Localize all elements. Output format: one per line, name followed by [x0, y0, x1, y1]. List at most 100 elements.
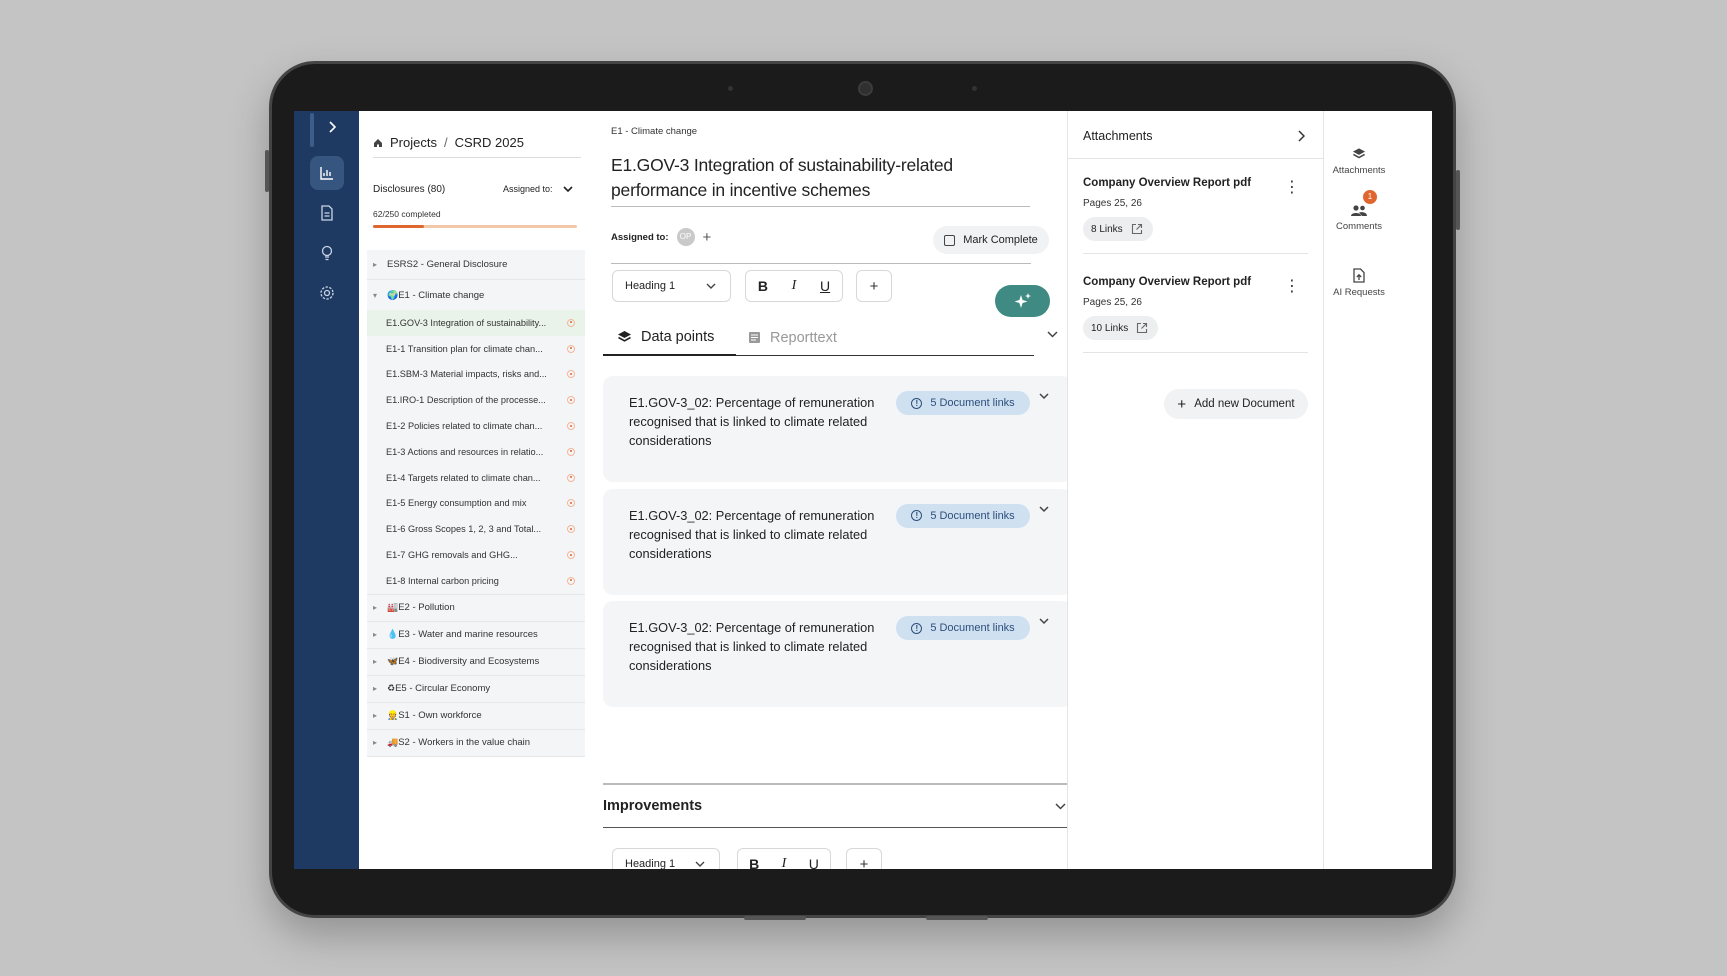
- underline-button[interactable]: U: [809, 856, 819, 869]
- document-links-chip[interactable]: ! 5 Document links: [896, 391, 1030, 415]
- ai-assist-button[interactable]: [995, 285, 1050, 317]
- status-dot-icon: [567, 318, 575, 327]
- lightbulb-icon[interactable]: [310, 236, 344, 270]
- settings-icon[interactable]: [310, 276, 344, 310]
- group-icon: ♻: [387, 683, 396, 694]
- chevron-right-icon[interactable]: [324, 119, 340, 139]
- rail-attachments[interactable]: Attachments: [1324, 147, 1394, 176]
- group-icon: 👷: [387, 710, 399, 721]
- info-icon: !: [911, 510, 923, 521]
- tree-item[interactable]: E1.IRO-1 Description of the processe...: [367, 387, 585, 413]
- improvements-section[interactable]: Improvements: [603, 783, 1072, 828]
- heading-select[interactable]: Heading 1: [612, 270, 731, 302]
- divider: [611, 263, 1031, 264]
- tree-item[interactable]: E1-1 Transition plan for climate chan...: [367, 336, 585, 362]
- underline-button[interactable]: U: [820, 278, 830, 294]
- assigned-to-label: Assigned to:: [611, 231, 669, 243]
- document-links-chip[interactable]: ! 5 Document links: [896, 616, 1030, 640]
- italic-button[interactable]: I: [792, 278, 797, 294]
- tree-group-label: 🦋E4 - Biodiversity and Ecosystems: [387, 656, 540, 668]
- tree-group-esrs2[interactable]: ▸ ESRS2 - General Disclosure: [367, 250, 585, 280]
- heading-select-value: Heading 1: [625, 280, 676, 292]
- side-button: [1456, 170, 1460, 230]
- assigned-filter[interactable]: Assigned to:: [503, 184, 573, 194]
- more-options-icon[interactable]: ⋮: [1284, 279, 1300, 295]
- tree-item[interactable]: E1-3 Actions and resources in relatio...: [367, 439, 585, 465]
- format-group: B I U: [745, 270, 843, 302]
- chevron-down-icon[interactable]: [1055, 802, 1066, 810]
- tree-item[interactable]: E1-5 Energy consumption and mix: [367, 491, 585, 517]
- rail-comments[interactable]: 1 Comments: [1324, 190, 1394, 232]
- insert-button[interactable]: +: [846, 848, 882, 869]
- chevron-down-icon[interactable]: [1039, 393, 1049, 400]
- avatar[interactable]: OP: [676, 228, 695, 246]
- caret-right-icon: ▸: [373, 603, 378, 613]
- document-links-chip[interactable]: ! 5 Document links: [896, 503, 1030, 528]
- tree-item[interactable]: E1-6 Gross Scopes 1, 2, 3 and Total...: [367, 516, 585, 542]
- document-icon[interactable]: [310, 196, 344, 230]
- tree-group[interactable]: ▸ 👷S1 - Own workforce: [367, 703, 585, 730]
- tree-item[interactable]: E1-7 GHG removals and GHG...: [367, 542, 585, 568]
- document-links-button[interactable]: 8 Links: [1083, 217, 1153, 241]
- data-point-card[interactable]: E1.GOV-3_02: Percentage of remuneration …: [603, 376, 1072, 482]
- heading-select[interactable]: Heading 1: [612, 848, 720, 869]
- chevron-right-icon[interactable]: [1297, 130, 1305, 142]
- mark-complete-button[interactable]: Mark Complete: [933, 226, 1049, 254]
- breadcrumb-csrd[interactable]: CSRD 2025: [455, 135, 524, 150]
- tree-item-label: E1.SBM-3 Material impacts, risks and...: [386, 369, 547, 380]
- status-dot-icon: [567, 422, 575, 431]
- tree-group[interactable]: ▸ 🏭E2 - Pollution: [367, 595, 585, 622]
- file-upload-icon: [1353, 268, 1365, 283]
- tab-reporttext[interactable]: Reporttext: [748, 319, 837, 356]
- tree-group-label: ♻E5 - Circular Economy: [387, 683, 491, 695]
- tree-group[interactable]: ▸ ♻E5 - Circular Economy: [367, 676, 585, 703]
- tree-group-e1[interactable]: ▾ 🌍E1 - Climate change: [367, 280, 585, 310]
- breadcrumb-projects[interactable]: Projects: [390, 135, 437, 150]
- tree-item[interactable]: E1-2 Policies related to climate chan...: [367, 413, 585, 439]
- tree-group-label: ESRS2 - General Disclosure: [387, 259, 508, 270]
- italic-button[interactable]: I: [782, 856, 787, 869]
- progress-fill: [373, 225, 424, 228]
- bold-button[interactable]: B: [758, 278, 768, 294]
- tree-item-label: E1.IRO-1 Description of the processe...: [386, 395, 546, 406]
- drag-handle[interactable]: [310, 113, 314, 147]
- data-point-text: E1.GOV-3_02: Percentage of remuneration …: [629, 395, 875, 448]
- tab-data-points[interactable]: Data points: [603, 319, 736, 356]
- chevron-down-icon[interactable]: [1039, 505, 1049, 513]
- rail-ai-requests[interactable]: AI Requests: [1324, 268, 1394, 298]
- tree-group[interactable]: ▸ 🚚S2 - Workers in the value chain: [367, 730, 585, 757]
- status-dot-icon: [567, 499, 575, 508]
- tree-item[interactable]: E1.SBM-3 Material impacts, risks and...: [367, 362, 585, 388]
- chevron-down-icon[interactable]: [1047, 331, 1058, 338]
- analytics-icon[interactable]: [310, 156, 344, 190]
- tree-item[interactable]: E1-4 Targets related to climate chan...: [367, 465, 585, 491]
- bold-button[interactable]: B: [749, 856, 759, 869]
- document-pages: Pages 25, 26: [1083, 198, 1142, 209]
- document-title: Company Overview Report pdf: [1083, 177, 1252, 189]
- tree-item[interactable]: E1.GOV-3 Integration of sustainability..…: [367, 310, 585, 336]
- breadcrumb: Projects / CSRD 2025: [373, 135, 524, 150]
- home-icon[interactable]: [373, 138, 383, 148]
- document-card[interactable]: Company Overview Report pdf ⋮ Pages 25, 26…: [1083, 276, 1308, 353]
- mark-complete-label: Mark Complete: [963, 234, 1038, 246]
- data-point-text: E1.GOV-3_02: Percentage of remuneration …: [629, 620, 875, 673]
- plus-icon: +: [1177, 395, 1187, 413]
- data-point-card[interactable]: E1.GOV-3_02: Percentage of remuneration …: [603, 488, 1072, 595]
- document-links-button[interactable]: 10 Links: [1083, 316, 1159, 340]
- document-card[interactable]: Company Overview Report pdf ⋮ Pages 25, 26…: [1083, 177, 1308, 254]
- external-link-icon: [1131, 223, 1142, 235]
- data-point-card[interactable]: E1.GOV-3_02: Percentage of remuneration …: [603, 601, 1072, 707]
- rail-label: Comments: [1336, 221, 1382, 232]
- chevron-down-icon[interactable]: [1039, 618, 1049, 625]
- add-document-button[interactable]: + Add new Document: [1164, 389, 1308, 419]
- more-options-icon[interactable]: ⋮: [1284, 180, 1300, 196]
- checkbox-icon: [944, 234, 956, 246]
- attachments-header: Attachments: [1083, 129, 1305, 143]
- tree-item[interactable]: E1-8 Internal carbon pricing: [367, 568, 585, 594]
- info-icon: !: [911, 622, 923, 634]
- section-crumb[interactable]: E1 - Climate change: [611, 126, 697, 137]
- insert-button[interactable]: +: [856, 270, 892, 302]
- tree-group[interactable]: ▸ 🦋E4 - Biodiversity and Ecosystems: [367, 649, 585, 676]
- add-assignee-icon[interactable]: +: [703, 229, 712, 246]
- tree-group[interactable]: ▸ 💧E3 - Water and marine resources: [367, 622, 585, 649]
